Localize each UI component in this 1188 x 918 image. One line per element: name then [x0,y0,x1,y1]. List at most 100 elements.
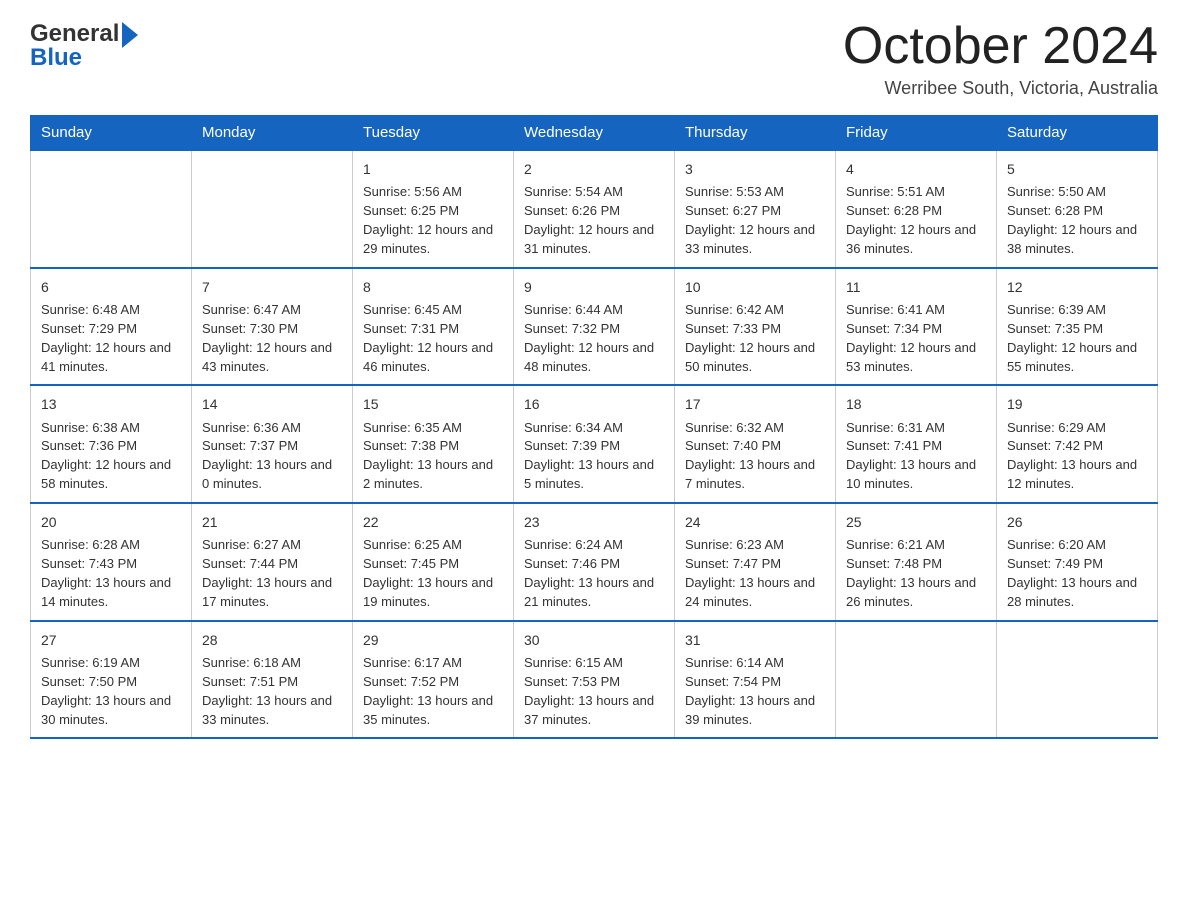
sunrise-text: Sunrise: 6:23 AM [685,536,825,555]
calendar-cell: 15 Sunrise: 6:35 AMSunset: 7:38 PMDayligh… [353,385,514,503]
calendar-cell: 28Sunrise: 6:18 AMSunset: 7:51 PMDayligh… [192,621,353,739]
daylight-text: Daylight: 13 hours and 37 minutes. [524,692,664,730]
column-header-saturday: Saturday [997,116,1158,151]
calendar-cell: 12Sunrise: 6:39 AMSunset: 7:35 PMDayligh… [997,268,1158,386]
sunset-text: Sunset: 7:30 PM [202,320,342,339]
sunset-text: Sunset: 7:45 PM [363,555,503,574]
calendar-cell [31,150,192,268]
day-number: 21 [202,512,342,532]
calendar-cell: 16Sunrise: 6:34 AMSunset: 7:39 PMDayligh… [514,385,675,503]
calendar-cell: 29Sunrise: 6:17 AMSunset: 7:52 PMDayligh… [353,621,514,739]
daylight-text: Daylight: 13 hours and 17 minutes. [202,574,342,612]
daylight-text: Daylight: 12 hours and 43 minutes. [202,339,342,377]
sunrise-text: Sunrise: 6:28 AM [41,536,181,555]
sunset-text: Sunset: 6:27 PM [685,202,825,221]
sunrise-text: Sunrise: 6:18 AM [202,654,342,673]
daylight-text: Daylight: 12 hours and 31 minutes. [524,221,664,259]
location-text: Werribee South, Victoria, Australia [843,78,1158,99]
calendar-cell: 25Sunrise: 6:21 AMSunset: 7:48 PMDayligh… [836,503,997,621]
calendar-cell: 18 Sunrise: 6:31 AMSunset: 7:41 PMDayligh… [836,385,997,503]
day-number: 31 [685,630,825,650]
sunrise-text: Sunrise: 6:19 AM [41,654,181,673]
sunset-text: Sunset: 7:46 PM [524,555,664,574]
calendar-cell: 27Sunrise: 6:19 AMSunset: 7:50 PMDayligh… [31,621,192,739]
calendar-cell [997,621,1158,739]
sunset-text: Sunset: 6:26 PM [524,202,664,221]
calendar-week-row: 1Sunrise: 5:56 AMSunset: 6:25 PMDaylight… [31,150,1158,268]
day-number: 8 [363,277,503,297]
title-section: October 2024 Werribee South, Victoria, A… [843,20,1158,99]
day-number: 1 [363,159,503,179]
daylight-text: Daylight: 13 hours and 10 minutes. [846,456,986,494]
sunrise-text: Sunrise: 6:35 AM [363,419,503,438]
daylight-text: Daylight: 12 hours and 58 minutes. [41,456,181,494]
calendar-cell: 31Sunrise: 6:14 AMSunset: 7:54 PMDayligh… [675,621,836,739]
sunset-text: Sunset: 7:54 PM [685,673,825,692]
daylight-text: Daylight: 13 hours and 0 minutes. [202,456,342,494]
calendar-week-row: 27Sunrise: 6:19 AMSunset: 7:50 PMDayligh… [31,621,1158,739]
sunrise-text: Sunrise: 6:45 AM [363,301,503,320]
sunset-text: Sunset: 7:50 PM [41,673,181,692]
calendar-cell: 10Sunrise: 6:42 AMSunset: 7:33 PMDayligh… [675,268,836,386]
sunrise-text: Sunrise: 6:32 AM [685,419,825,438]
calendar-cell: 19Sunrise: 6:29 AMSunset: 7:42 PMDayligh… [997,385,1158,503]
sunset-text: Sunset: 7:32 PM [524,320,664,339]
sunset-text: Sunset: 7:33 PM [685,320,825,339]
daylight-text: Daylight: 12 hours and 53 minutes. [846,339,986,377]
sunset-text: Sunset: 7:44 PM [202,555,342,574]
calendar-cell: 9Sunrise: 6:44 AMSunset: 7:32 PMDaylight… [514,268,675,386]
sunset-text: Sunset: 7:41 PM [846,437,986,456]
daylight-text: Daylight: 13 hours and 30 minutes. [41,692,181,730]
column-header-wednesday: Wednesday [514,116,675,151]
sunrise-text: Sunrise: 6:34 AM [524,419,664,438]
sunrise-text: Sunrise: 6:31 AM [846,419,986,438]
daylight-text: Daylight: 12 hours and 36 minutes. [846,221,986,259]
sunrise-text: Sunrise: 5:56 AM [363,183,503,202]
sunset-text: Sunset: 7:52 PM [363,673,503,692]
sunrise-text: Sunrise: 6:21 AM [846,536,986,555]
daylight-text: Daylight: 12 hours and 29 minutes. [363,221,503,259]
calendar-cell: 4 Sunrise: 5:51 AMSunset: 6:28 PMDaylight… [836,150,997,268]
day-number: 28 [202,630,342,650]
sunset-text: Sunset: 7:38 PM [363,437,503,456]
sunrise-text: Sunrise: 6:29 AM [1007,419,1147,438]
calendar-header-row: SundayMondayTuesdayWednesdayThursdayFrid… [31,116,1158,151]
daylight-text: Daylight: 13 hours and 14 minutes. [41,574,181,612]
calendar-cell: 11Sunrise: 6:41 AMSunset: 7:34 PMDayligh… [836,268,997,386]
sunrise-text: Sunrise: 6:14 AM [685,654,825,673]
day-number: 19 [1007,394,1147,414]
sunset-text: Sunset: 7:34 PM [846,320,986,339]
sunrise-text: Sunrise: 5:51 AM [846,183,986,202]
sunset-text: Sunset: 7:49 PM [1007,555,1147,574]
calendar-cell: 24Sunrise: 6:23 AMSunset: 7:47 PMDayligh… [675,503,836,621]
day-number: 12 [1007,277,1147,297]
day-number: 15 [363,394,503,414]
daylight-text: Daylight: 12 hours and 48 minutes. [524,339,664,377]
page-header: General Blue October 2024 Werribee South… [30,20,1158,99]
sunrise-text: Sunrise: 5:50 AM [1007,183,1147,202]
day-number: 23 [524,512,664,532]
day-number: 5 [1007,159,1147,179]
day-number: 29 [363,630,503,650]
calendar-week-row: 6Sunrise: 6:48 AMSunset: 7:29 PMDaylight… [31,268,1158,386]
daylight-text: Daylight: 12 hours and 33 minutes. [685,221,825,259]
calendar-cell: 5Sunrise: 5:50 AMSunset: 6:28 PMDaylight… [997,150,1158,268]
calendar-cell: 22Sunrise: 6:25 AMSunset: 7:45 PMDayligh… [353,503,514,621]
sunset-text: Sunset: 6:28 PM [846,202,986,221]
column-header-friday: Friday [836,116,997,151]
day-number: 3 [685,159,825,179]
sunrise-text: Sunrise: 6:48 AM [41,301,181,320]
sunrise-text: Sunrise: 5:54 AM [524,183,664,202]
day-number: 16 [524,394,664,414]
day-number: 18 [846,394,986,414]
daylight-text: Daylight: 13 hours and 2 minutes. [363,456,503,494]
day-number: 22 [363,512,503,532]
calendar-cell: 30Sunrise: 6:15 AMSunset: 7:53 PMDayligh… [514,621,675,739]
sunset-text: Sunset: 7:43 PM [41,555,181,574]
day-number: 2 [524,159,664,179]
day-number: 17 [685,394,825,414]
daylight-text: Daylight: 12 hours and 55 minutes. [1007,339,1147,377]
calendar-cell: 6Sunrise: 6:48 AMSunset: 7:29 PMDaylight… [31,268,192,386]
day-number: 4 [846,159,986,179]
month-year-title: October 2024 [843,20,1158,72]
